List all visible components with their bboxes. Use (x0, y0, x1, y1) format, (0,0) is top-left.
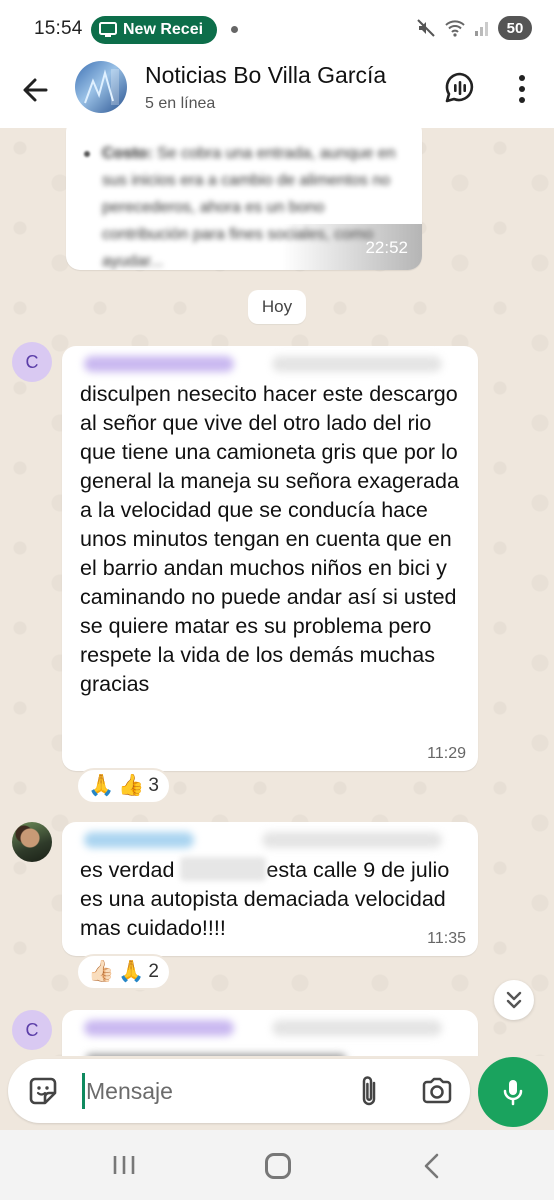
system-nav-bar (0, 1130, 554, 1200)
praying-hands-emoji: 🙏 (118, 960, 145, 983)
signal-icon (475, 22, 488, 36)
back-button[interactable] (18, 72, 54, 108)
notification-dot (231, 26, 238, 33)
sender-name-redacted (84, 356, 234, 372)
chat-header: Noticias Bo Villa García 5 en línea (0, 58, 554, 128)
message-bubble[interactable]: disculpen nesecito hacer este descargo a… (62, 346, 478, 771)
status-bar: 15:54 New Recei 50 (0, 0, 554, 58)
system-back-button[interactable] (422, 1152, 442, 1180)
chat-subtitle: 5 en línea (145, 95, 216, 112)
audio-chat-icon (445, 72, 474, 103)
sender-name-redacted (84, 1020, 234, 1036)
date-separator: Hoy (248, 290, 306, 324)
chat-title[interactable]: Noticias Bo Villa García (145, 62, 386, 89)
reaction-count: 3 (148, 775, 159, 796)
sender-avatar[interactable] (12, 822, 52, 862)
message-bubble[interactable] (62, 1010, 478, 1056)
sender-phone-redacted (272, 356, 442, 372)
message-text: es verdad esta calle 9 de julio es una a… (80, 856, 464, 943)
message-bubble-previous[interactable]: Costo: Se cobra una entrada, aunque en s… (66, 128, 422, 270)
message-reactions[interactable]: 👍🏻 🙏 2 (76, 954, 171, 990)
message-composer (8, 1059, 470, 1123)
camera-button[interactable] (420, 1074, 454, 1108)
group-avatar[interactable] (75, 61, 127, 113)
sender-avatar[interactable]: C (12, 1010, 52, 1050)
voice-message-button[interactable] (478, 1057, 548, 1127)
scroll-to-bottom-button[interactable] (494, 980, 534, 1020)
monitor-icon (99, 22, 117, 37)
sticker-icon (29, 1077, 57, 1105)
sender-phone-redacted (272, 1020, 442, 1036)
microphone-icon (503, 1080, 523, 1106)
message-reactions[interactable]: 🙏 👍 3 (76, 768, 171, 804)
thumbs-up-emoji: 👍 (118, 774, 145, 797)
name-redacted (180, 857, 267, 881)
mute-icon (417, 19, 435, 37)
sender-name-redacted (84, 832, 194, 848)
message-text-start: es verdad (80, 858, 175, 882)
message-text: disculpen nesecito hacer este descargo a… (80, 382, 459, 696)
notification-pill[interactable]: New Recei (91, 16, 217, 44)
more-dot-icon (519, 74, 525, 81)
notification-pill-label: New Recei (123, 21, 204, 38)
wifi-icon (445, 20, 465, 37)
bullet-point (84, 151, 90, 157)
message-time: 22:52 (365, 238, 408, 257)
text-cursor (82, 1073, 85, 1109)
sender-avatar[interactable]: C (12, 342, 52, 382)
paperclip-icon (362, 1076, 376, 1106)
status-icons: 50 (416, 16, 532, 40)
chat-area[interactable]: Costo: Se cobra una entrada, aunque en s… (0, 128, 554, 1056)
sender-phone-redacted (262, 832, 442, 848)
message-input[interactable] (86, 1069, 336, 1113)
home-button[interactable] (265, 1153, 291, 1179)
camera-icon (422, 1077, 452, 1104)
message-text-cut-off (86, 1054, 346, 1056)
message-time: 11:35 (427, 930, 466, 947)
chevron-left-icon (424, 1153, 439, 1179)
arrow-left-icon (23, 78, 48, 102)
voice-chat-button[interactable] (442, 70, 478, 106)
group-image-icon (84, 69, 119, 105)
praying-hands-emoji: 🙏 (88, 774, 115, 797)
battery-indicator: 50 (498, 16, 532, 40)
sticker-button[interactable] (26, 1074, 60, 1108)
recents-button[interactable] (111, 1154, 137, 1176)
more-options-button[interactable] (508, 72, 536, 106)
reaction-count: 2 (148, 961, 159, 982)
message-bubble[interactable]: es verdad esta calle 9 de julio es una a… (62, 822, 478, 956)
message-time: 11:29 (427, 745, 466, 762)
blurred-label: Costo: (102, 145, 153, 162)
attach-button[interactable] (354, 1073, 384, 1109)
thumbs-up-emoji: 👍🏻 (88, 960, 115, 983)
double-chevron-down-icon (506, 991, 522, 1009)
more-dot-icon (519, 97, 525, 104)
more-dot-icon (519, 85, 525, 92)
recents-icon (113, 1156, 135, 1174)
status-time: 15:54 (34, 18, 83, 39)
